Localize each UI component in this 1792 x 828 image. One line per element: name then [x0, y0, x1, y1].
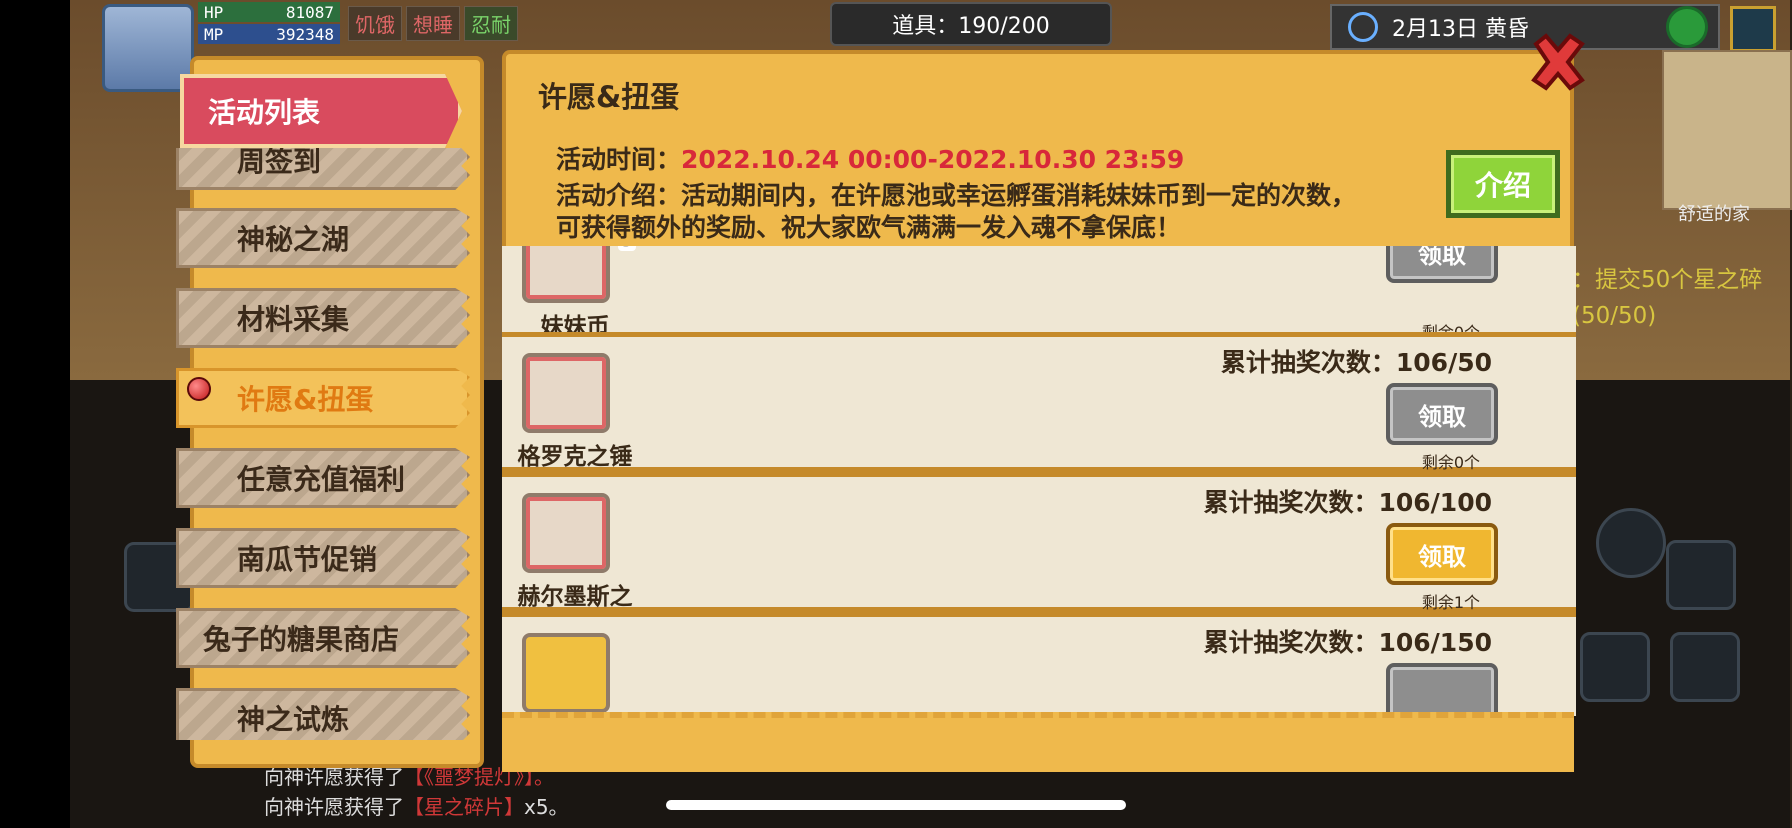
- claim-button[interactable]: [1386, 663, 1498, 716]
- time-label: 活动时间：: [556, 145, 682, 174]
- close-icon[interactable]: [1526, 30, 1590, 94]
- chat-text: x5。: [524, 795, 569, 819]
- chat-text: 向神许愿获得了: [264, 765, 404, 789]
- potion-icon: [522, 493, 610, 573]
- item-capacity: 道具：190/200: [830, 2, 1112, 46]
- tab-recharge-bonus[interactable]: 任意充值福利: [176, 448, 470, 508]
- claim-button[interactable]: 领取: [1386, 383, 1498, 445]
- swirl-icon[interactable]: [1596, 508, 1666, 578]
- tab-wish-gacha[interactable]: 许愿&扭蛋: [176, 368, 470, 428]
- status-tag: 饥饿: [348, 6, 402, 41]
- exit-icon[interactable]: [1730, 6, 1776, 52]
- minimap[interactable]: [1662, 50, 1792, 210]
- status-tags: 饥饿 想睡 忍耐: [348, 6, 518, 41]
- draw-count: 累计抽奖次数：106/150: [1203, 628, 1492, 657]
- notification-dot: [187, 377, 211, 401]
- mp-value: 392348: [276, 24, 334, 44]
- intro-button[interactable]: 介绍: [1446, 150, 1560, 218]
- tab-god-trial[interactable]: 神之试炼: [176, 688, 470, 740]
- draw-count: 累计抽奖次数：106/100: [1203, 488, 1492, 517]
- event-intro-line: 活动介绍：活动期间内，在许愿池或幸运孵蛋消耗妹妹币到一定的次数，: [556, 181, 1357, 210]
- hp-bar: HP 81087: [198, 2, 340, 22]
- home-indicator[interactable]: [666, 800, 1126, 810]
- claim-button[interactable]: 领取: [1386, 246, 1498, 283]
- place-label: 舒适的家: [1678, 204, 1750, 225]
- chat-item: 【星之碎片】: [404, 795, 524, 819]
- player-stats: HP 81087 MP 392348: [198, 2, 340, 46]
- globe-icon[interactable]: [1666, 6, 1708, 48]
- tab-pumpkin-sale[interactable]: 南瓜节促销: [176, 528, 470, 588]
- remaining-count: 剩余0个: [1421, 453, 1480, 472]
- status-tag: 想睡: [406, 6, 460, 41]
- list-footer: [502, 712, 1574, 772]
- reward-row: 赫尔墨斯之 累计抽奖次数：106/100 领取 剩余1个: [502, 472, 1576, 612]
- draw-count: 累计抽奖次数：106/50: [1220, 348, 1492, 377]
- emblem-icon[interactable]: [1666, 540, 1736, 610]
- golden-hammer-icon: [522, 633, 610, 713]
- date-text: 2月13日 黄昏: [1392, 17, 1529, 42]
- quest-line: (50/50): [1572, 303, 1657, 329]
- status-tag: 忍耐: [464, 6, 518, 41]
- reward-list[interactable]: 3 妹妹币 领取 剩余0个 格罗克之锤 累计抽奖次数：106/50 领取 剩余0…: [502, 246, 1576, 716]
- activity-tab-list[interactable]: 周签到 神秘之湖 材料采集 许愿&扭蛋 任意充值福利 南瓜节促销 兔子的糖果商店…: [176, 148, 472, 740]
- chat-line: 向神许愿获得了【星之碎片】x5。: [264, 792, 569, 822]
- hp-label: HP: [204, 2, 224, 22]
- hammer-icon: [522, 353, 610, 433]
- reward-name: 赫尔墨斯之: [517, 584, 633, 610]
- tab-weekly-signin[interactable]: 周签到: [176, 148, 470, 190]
- hp-value: 81087: [285, 2, 334, 22]
- mp-bar: MP 392348: [198, 24, 340, 44]
- tab-mystery-lake[interactable]: 神秘之湖: [176, 208, 470, 268]
- sun-icon: [1348, 12, 1378, 42]
- quest-line: ：提交50个星之碎: [1572, 267, 1763, 293]
- date-display: 2月13日 黄昏: [1330, 4, 1720, 50]
- chat-text: 向神许愿获得了: [264, 795, 404, 819]
- sword-icon[interactable]: [1580, 632, 1650, 702]
- panel-title: 许愿&扭蛋: [538, 80, 680, 114]
- reward-row: 3 妹妹币 领取 剩余0个: [502, 246, 1576, 342]
- activity-list-header: 活动列表: [180, 74, 462, 148]
- event-intro-line: 可获得额外的奖励、祝大家欧气满满一发入魂不拿保底！: [556, 213, 1182, 242]
- event-time: 活动时间：2022.10.24 00:00-2022.10.30 23:59: [556, 140, 1184, 176]
- reward-name: 格罗克之锤: [517, 444, 633, 470]
- remaining-count: 剩余1个: [1421, 593, 1480, 612]
- mp-label: MP: [204, 24, 224, 44]
- time-value: 2022.10.24 00:00-2022.10.30 23:59: [681, 145, 1185, 174]
- reward-row: 格罗克之锤 累计抽奖次数：106/50 领取 剩余0个: [502, 332, 1576, 472]
- quest-tracker: ：提交50个星之碎 (50/50): [1572, 262, 1762, 334]
- tab-candy-shop[interactable]: 兔子的糖果商店: [176, 608, 470, 668]
- coin-icon: 3: [522, 246, 636, 303]
- bow-icon[interactable]: [1670, 632, 1740, 702]
- tab-label: 许愿&扭蛋: [237, 383, 374, 416]
- quantity-badge: 3: [618, 246, 636, 251]
- claim-button[interactable]: 领取: [1386, 523, 1498, 585]
- reward-row: 累计抽奖次数：106/150: [502, 612, 1576, 716]
- tab-material-gather[interactable]: 材料采集: [176, 288, 470, 348]
